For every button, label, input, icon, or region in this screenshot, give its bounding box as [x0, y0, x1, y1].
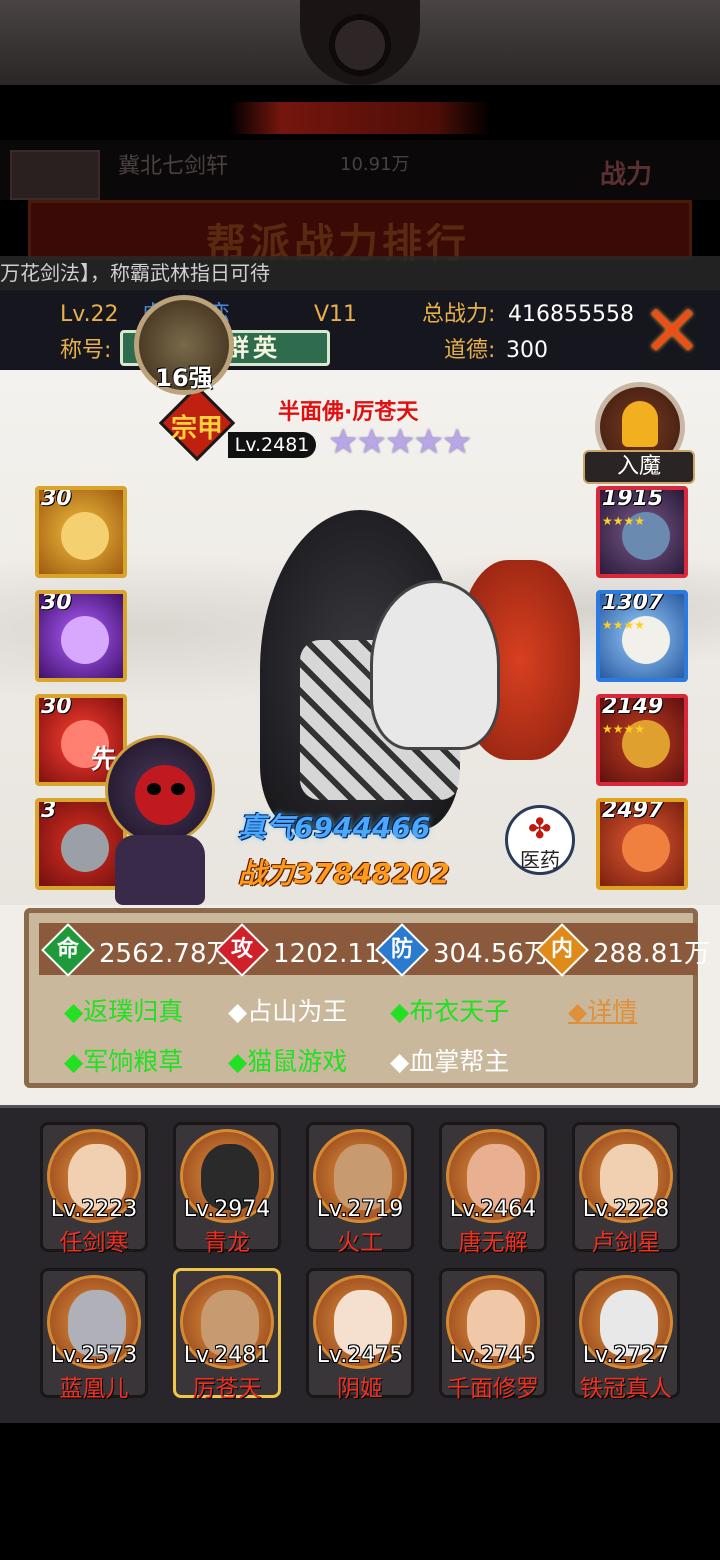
- member-level: Lv.2475: [316, 1343, 404, 1368]
- member-level: Lv.2223: [50, 1197, 138, 1222]
- member-level: Lv.2464: [449, 1197, 537, 1222]
- member-name: 厉苍天: [192, 1376, 262, 1402]
- slot-level: 30: [41, 590, 72, 615]
- player-header: Lv.22 虐心苦恋 V11 总战力: 416855558 称号: 江湖群英 道…: [0, 290, 720, 370]
- player-level: Lv.22: [60, 302, 119, 327]
- skill-slot-palm[interactable]: 30: [35, 486, 127, 578]
- equip-stars: ★★★★: [602, 722, 646, 736]
- member-name: 火工: [337, 1230, 383, 1256]
- skill-tag[interactable]: ◆布衣天子: [390, 992, 509, 1028]
- mascot-avatar: [95, 735, 225, 915]
- member-level: Lv.2573: [50, 1343, 138, 1368]
- equip-slot-mount[interactable]: 2497: [596, 798, 688, 890]
- equip-level: 2149: [602, 694, 664, 719]
- team-card[interactable]: Lv.2228 卢剑星: [572, 1122, 680, 1256]
- rank-badge: [10, 150, 100, 200]
- vip-level: V11: [314, 302, 358, 327]
- member-level: Lv.2228: [582, 1197, 670, 1222]
- member-level: Lv.2745: [449, 1343, 537, 1368]
- team-card[interactable]: Lv.2475 阴姬: [306, 1268, 414, 1402]
- morality-label: 道德:: [444, 338, 496, 363]
- skill-slot-fist[interactable]: 30: [35, 590, 127, 682]
- power-button: 战力: [600, 160, 653, 190]
- equip-level: 1915: [602, 486, 664, 511]
- morality-value: 300: [506, 338, 548, 363]
- game-screen: 冀北七剑轩 10.91万 战力 帮派战力排行 万花剑法】，称霸武林指日可待 Lv…: [0, 0, 720, 1560]
- star-rating: ★★★★★: [328, 422, 472, 462]
- team-card[interactable]: Lv.2464 唐无解: [439, 1122, 547, 1256]
- zhenqi-value: 真气6944466: [238, 811, 431, 844]
- skill-tag[interactable]: ◆血掌帮主: [390, 1042, 509, 1078]
- guild-value: 10.91万: [340, 154, 410, 175]
- equip-slot-token[interactable]: ★★★★ 2149: [596, 694, 688, 786]
- team-card[interactable]: Lv.2727 铁冠真人: [572, 1268, 680, 1402]
- skill-tag[interactable]: ◆返璞归真: [64, 992, 183, 1028]
- name-brush-stroke: [230, 102, 490, 134]
- hero-level: Lv.2481: [228, 432, 316, 458]
- equip-level: 2497: [602, 798, 664, 823]
- member-name: 阴姬: [337, 1376, 383, 1402]
- rank-mark: 宗甲: [170, 414, 223, 444]
- rumo-button[interactable]: 入魔: [583, 450, 695, 484]
- defense-icon-label: 防: [390, 937, 413, 962]
- hp-value: 2562.78万: [99, 939, 233, 969]
- medicine-icon: ✤: [528, 812, 552, 845]
- medicine-label: 医药: [520, 848, 560, 872]
- mount-icon: [622, 824, 670, 872]
- mascot-face: [135, 765, 195, 825]
- inner-value: 288.81万: [593, 939, 710, 969]
- tiger-companion: [370, 580, 500, 750]
- team-card[interactable]: Lv.2573 蓝凰儿: [40, 1268, 148, 1402]
- member-name: 千面修罗: [447, 1376, 539, 1402]
- attack-icon-label: 攻: [230, 937, 253, 962]
- skill-tag[interactable]: ◆占山为王: [228, 992, 347, 1028]
- background-banner: 帮派战力排行: [28, 200, 692, 267]
- guild-name: 冀北七剑轩: [118, 154, 229, 179]
- mascot-body: [115, 835, 205, 905]
- slot-level: 3: [41, 798, 57, 823]
- hp-icon-label: 命: [56, 937, 79, 962]
- strengthen-level: 16强: [155, 364, 213, 392]
- details-link[interactable]: ◆详情: [568, 992, 637, 1028]
- team-card[interactable]: Lv.2745 千面修罗: [439, 1268, 547, 1402]
- member-level: Lv.2481: [183, 1343, 271, 1368]
- equip-stars: ★★★★: [602, 514, 646, 528]
- slot-level: 30: [41, 694, 72, 719]
- member-name: 任剑寒: [59, 1230, 129, 1256]
- total-power-value: 416855558: [508, 302, 634, 327]
- team-card-selected[interactable]: Lv.2481 厉苍天: [173, 1268, 281, 1402]
- member-name: 唐无解: [458, 1230, 528, 1256]
- team-card[interactable]: Lv.2974 青龙: [173, 1122, 281, 1256]
- palm-icon: [61, 512, 109, 560]
- member-name: 青龙: [204, 1230, 250, 1256]
- attribute-row: 命 2562.78万 攻 1202.11万 防 304.56万 内 288.81…: [39, 923, 710, 977]
- mascot-eye: [171, 783, 185, 795]
- background-guild-row: 冀北七剑轩 10.91万 战力: [0, 140, 720, 200]
- equip-level: 1307: [602, 590, 664, 615]
- skill-tag[interactable]: ◆猫鼠游戏: [228, 1042, 347, 1078]
- team-card[interactable]: Lv.2223 任剑寒: [40, 1122, 148, 1256]
- member-level: Lv.2719: [316, 1197, 404, 1222]
- fist-icon: [61, 616, 109, 664]
- equip-slot-weapon[interactable]: ★★★★ 1915: [596, 486, 688, 578]
- member-name: 蓝凰儿: [59, 1376, 129, 1402]
- close-icon[interactable]: ✕: [632, 295, 712, 367]
- total-power-label: 总战力:: [422, 302, 496, 327]
- equip-slot-armor[interactable]: ★★★★ 1307: [596, 590, 688, 682]
- member-name: 卢剑星: [591, 1230, 661, 1256]
- equip-stars: ★★★★: [602, 618, 646, 632]
- defense-value: 304.56万: [433, 939, 550, 969]
- medicine-button[interactable]: ✤ 医药: [505, 805, 575, 875]
- member-level: Lv.2974: [183, 1197, 271, 1222]
- title-label: 称号:: [60, 338, 112, 363]
- member-name: 铁冠真人: [580, 1376, 672, 1402]
- hero-power-value: 战力37848202: [238, 857, 450, 890]
- slot-level: 30: [41, 486, 72, 511]
- mascot-eye: [147, 783, 161, 795]
- marquee-notice: 万花剑法】，称霸武林指日可待: [0, 256, 720, 290]
- member-level: Lv.2727: [582, 1343, 670, 1368]
- inner-icon-label: 内: [550, 937, 573, 962]
- team-card[interactable]: Lv.2719 火工: [306, 1122, 414, 1256]
- skill-tag[interactable]: ◆军饷粮草: [64, 1042, 183, 1078]
